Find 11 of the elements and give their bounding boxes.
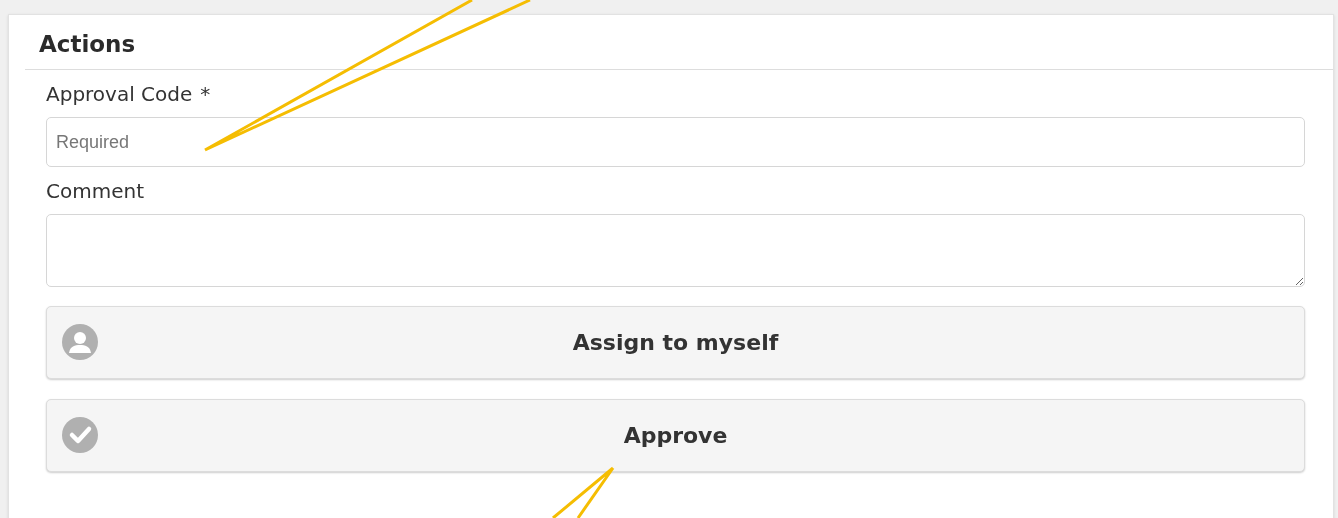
panel-title: Actions [38,30,137,59]
required-asterisk: * [200,81,211,107]
user-icon [62,324,98,360]
approval-code-field[interactable]: Required [46,117,1305,167]
field-label: Approval Code [46,81,193,107]
approve-button[interactable]: Approve [46,399,1305,472]
comment-field[interactable] [46,214,1305,287]
field-label: Comment [46,178,144,204]
check-icon [62,417,98,453]
assign-button[interactable]: Assign to myself [46,306,1305,379]
leader-line [551,466,615,518]
